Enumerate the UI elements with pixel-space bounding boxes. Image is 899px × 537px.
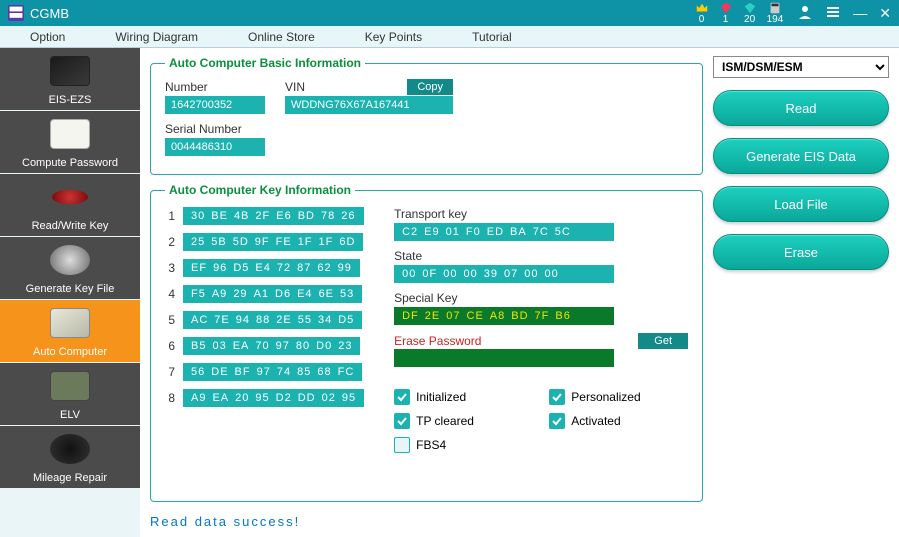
state-value: 000F000039070000 — [394, 265, 614, 283]
user-icon[interactable] — [797, 4, 813, 23]
sidebar-item-auto-computer[interactable]: Auto Computer — [0, 300, 140, 363]
get-button[interactable]: Get — [638, 333, 688, 349]
eis-chip-icon — [50, 56, 90, 86]
generate-eis-button[interactable]: Generate EIS Data — [713, 138, 889, 174]
key-index: 4 — [165, 287, 175, 301]
erase-password-label: Erase Password — [394, 334, 481, 348]
check-tp-cleared[interactable]: TP cleared — [394, 413, 521, 429]
module-selector[interactable]: ISM/DSM/ESM — [713, 56, 889, 78]
sidebar-item-read-write-key[interactable]: Read/Write Key — [0, 174, 140, 237]
sidebar: EIS-EZS Compute Password Read/Write Key … — [0, 48, 140, 537]
menu-key-points[interactable]: Key Points — [365, 30, 422, 44]
titlebar-badges: 0 1 20 194 — [695, 1, 784, 25]
gauge-icon — [50, 434, 90, 464]
app-logo — [8, 5, 24, 21]
load-file-button[interactable]: Load File — [713, 186, 889, 222]
transport-key-label: Transport key — [394, 207, 688, 221]
red-diamond-badge[interactable]: 1 — [719, 1, 733, 25]
key-row: 3 EF96D5E472876299 — [165, 259, 364, 277]
check-activated[interactable]: Activated — [549, 413, 688, 429]
vin-value: WDDNG76X67A167441 — [285, 96, 453, 114]
key-index: 5 — [165, 313, 175, 327]
key-index: 1 — [165, 209, 175, 223]
key-hex-value: B503EA709780D023 — [183, 337, 360, 355]
key-row: 6 B503EA709780D023 — [165, 337, 364, 355]
sidebar-item-generate-key-file[interactable]: Generate Key File — [0, 237, 140, 300]
basic-info-legend: Auto Computer Basic Information — [165, 56, 365, 70]
key-hex-value: 30BE4B2FE6BD7826 — [183, 207, 364, 225]
key-hex-value: AC7E94882E5534D5 — [183, 311, 362, 329]
app-title: CGMB — [30, 6, 69, 21]
erase-button[interactable]: Erase — [713, 234, 889, 270]
close-icon[interactable]: ✕ — [879, 5, 891, 22]
key-list: 1 30BE4B2FE6BD7826 2 255B5D9FFE1F1F6D 3 EF96D… — [165, 207, 364, 453]
disc-icon — [50, 245, 90, 275]
sidebar-item-eis-ezs[interactable]: EIS-EZS — [0, 48, 140, 111]
copy-button[interactable]: Copy — [407, 79, 453, 95]
menu-option[interactable]: Option — [30, 30, 65, 44]
check-fbs4[interactable]: FBS4 — [394, 437, 521, 453]
key-index: 8 — [165, 391, 175, 405]
sidebar-item-compute-password[interactable]: Compute Password — [0, 111, 140, 174]
check-personalized[interactable]: Personalized — [549, 389, 688, 405]
key-hex-value: A9EA2095D2DD0295 — [183, 389, 364, 407]
key-info-group: Auto Computer Key Information 1 30BE4B2FE… — [150, 183, 703, 502]
sidebar-item-elv[interactable]: ELV — [0, 363, 140, 426]
titlebar: CGMB 0 1 20 194 — ✕ — [0, 0, 899, 26]
teal-diamond-badge[interactable]: 20 — [743, 1, 757, 25]
special-key-value: DF2E07CEA8BD7FB6 — [394, 307, 614, 325]
menu-tutorial[interactable]: Tutorial — [472, 30, 512, 44]
basic-info-group: Auto Computer Basic Information Number 1… — [150, 56, 703, 175]
sidebar-item-mileage-repair[interactable]: Mileage Repair — [0, 426, 140, 489]
key-index: 6 — [165, 339, 175, 353]
special-key-label: Special Key — [394, 291, 688, 305]
status-message: Read data success! — [150, 514, 703, 529]
sidebar-label: Mileage Repair — [33, 472, 107, 484]
elv-board-icon — [50, 371, 90, 401]
sidebar-label: Compute Password — [22, 157, 118, 169]
menubar: Option Wiring Diagram Online Store Key P… — [0, 26, 899, 48]
key-index: 7 — [165, 365, 175, 379]
key-info-legend: Auto Computer Key Information — [165, 183, 355, 197]
minimize-icon[interactable]: — — [853, 5, 867, 21]
menu-online-store[interactable]: Online Store — [248, 30, 315, 44]
key-hex-value: EF96D5E472876299 — [183, 259, 360, 277]
transport-key-value: C2E901F0EDBA7C5C — [394, 223, 614, 241]
auto-computer-icon — [50, 308, 90, 338]
menu-icon[interactable] — [825, 4, 841, 23]
key-row: 7 56DEBF97748568FC — [165, 363, 364, 381]
sidebar-label: Read/Write Key — [32, 220, 109, 232]
erase-password-value — [394, 349, 614, 367]
sidebar-label: Auto Computer — [33, 346, 107, 358]
serial-label: Serial Number — [165, 122, 265, 136]
sidebar-label: ELV — [60, 409, 80, 421]
key-hex-value: F5A929A1D6E46E53 — [183, 285, 362, 303]
key-fob-icon — [50, 185, 90, 209]
calc-badge[interactable]: 194 — [767, 1, 784, 25]
check-initialized[interactable]: Initialized — [394, 389, 521, 405]
key-index: 2 — [165, 235, 175, 249]
crown-badge[interactable]: 0 — [695, 1, 709, 25]
key-hex-value: 56DEBF97748568FC — [183, 363, 362, 381]
key-row: 8 A9EA2095D2DD0295 — [165, 389, 364, 407]
sidebar-label: Generate Key File — [26, 283, 115, 295]
number-value: 1642700352 — [165, 96, 265, 114]
read-button[interactable]: Read — [713, 90, 889, 126]
menu-wiring-diagram[interactable]: Wiring Diagram — [115, 30, 198, 44]
state-label: State — [394, 249, 688, 263]
serial-value: 0044486310 — [165, 138, 265, 156]
key-index: 3 — [165, 261, 175, 275]
password-paper-icon — [50, 119, 90, 149]
key-row: 2 255B5D9FFE1F1F6D — [165, 233, 364, 251]
key-row: 4 F5A929A1D6E46E53 — [165, 285, 364, 303]
key-row: 5 AC7E94882E5534D5 — [165, 311, 364, 329]
key-row: 1 30BE4B2FE6BD7826 — [165, 207, 364, 225]
key-hex-value: 255B5D9FFE1F1F6D — [183, 233, 363, 251]
number-label: Number — [165, 80, 265, 94]
sidebar-label: EIS-EZS — [49, 94, 92, 106]
